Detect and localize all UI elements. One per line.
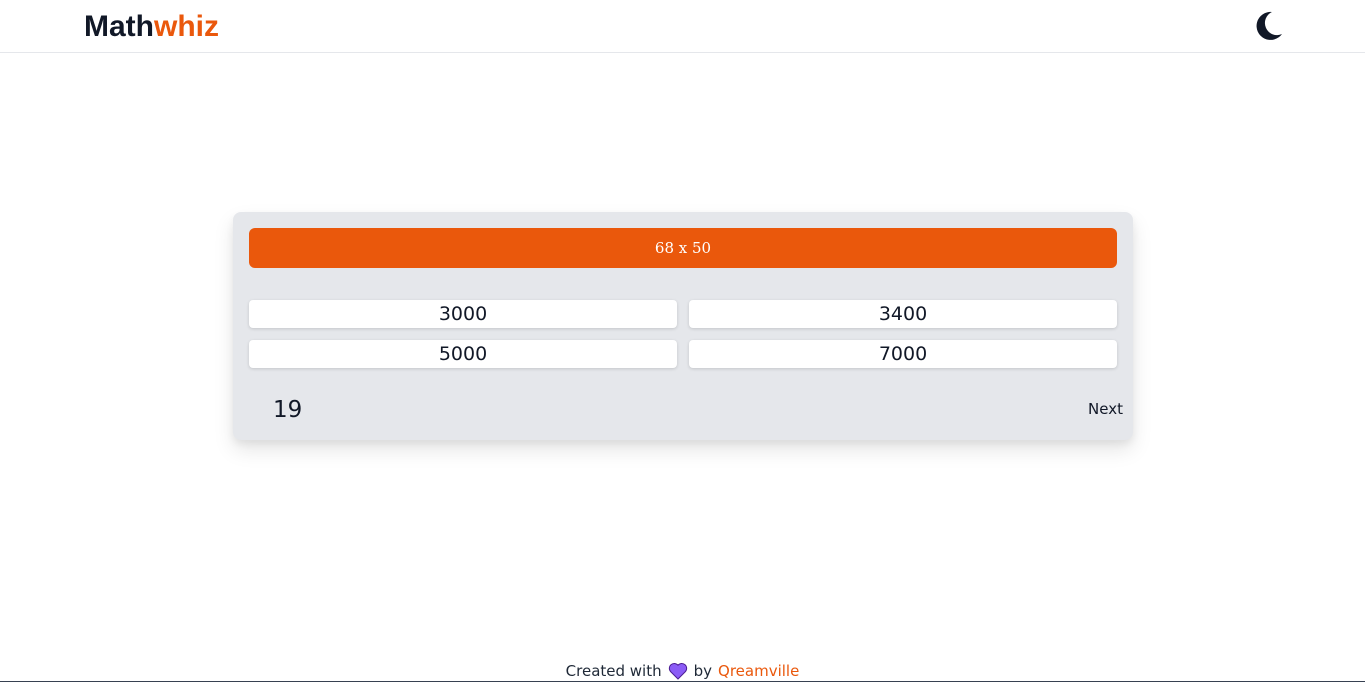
logo-text-math: Math: [84, 10, 154, 43]
theme-toggle-button[interactable]: [1250, 8, 1286, 44]
answer-option-3[interactable]: 5000: [249, 340, 677, 368]
moon-icon: [1256, 11, 1282, 40]
app-logo[interactable]: Mathwhiz: [84, 9, 219, 45]
answer-option-4[interactable]: 7000: [689, 340, 1117, 368]
app-header: Mathwhiz: [0, 0, 1365, 53]
answer-option-1[interactable]: 3000: [249, 300, 677, 328]
quiz-card: 68 x 50 3000 3400 5000 7000 19 Next: [233, 212, 1133, 440]
footer-by-text: by: [693, 661, 713, 680]
heart-icon: [668, 662, 687, 680]
countdown-timer: 19: [273, 397, 303, 423]
next-button[interactable]: Next: [1073, 398, 1123, 420]
answer-option-2[interactable]: 3400: [689, 300, 1117, 328]
question-banner: 68 x 50: [249, 228, 1117, 268]
page-footer: Created with by Qreamville: [0, 660, 1365, 682]
logo-text-whiz: whiz: [154, 10, 219, 43]
author-link[interactable]: Qreamville: [718, 660, 799, 682]
footer-created-text: Created with: [565, 661, 662, 680]
